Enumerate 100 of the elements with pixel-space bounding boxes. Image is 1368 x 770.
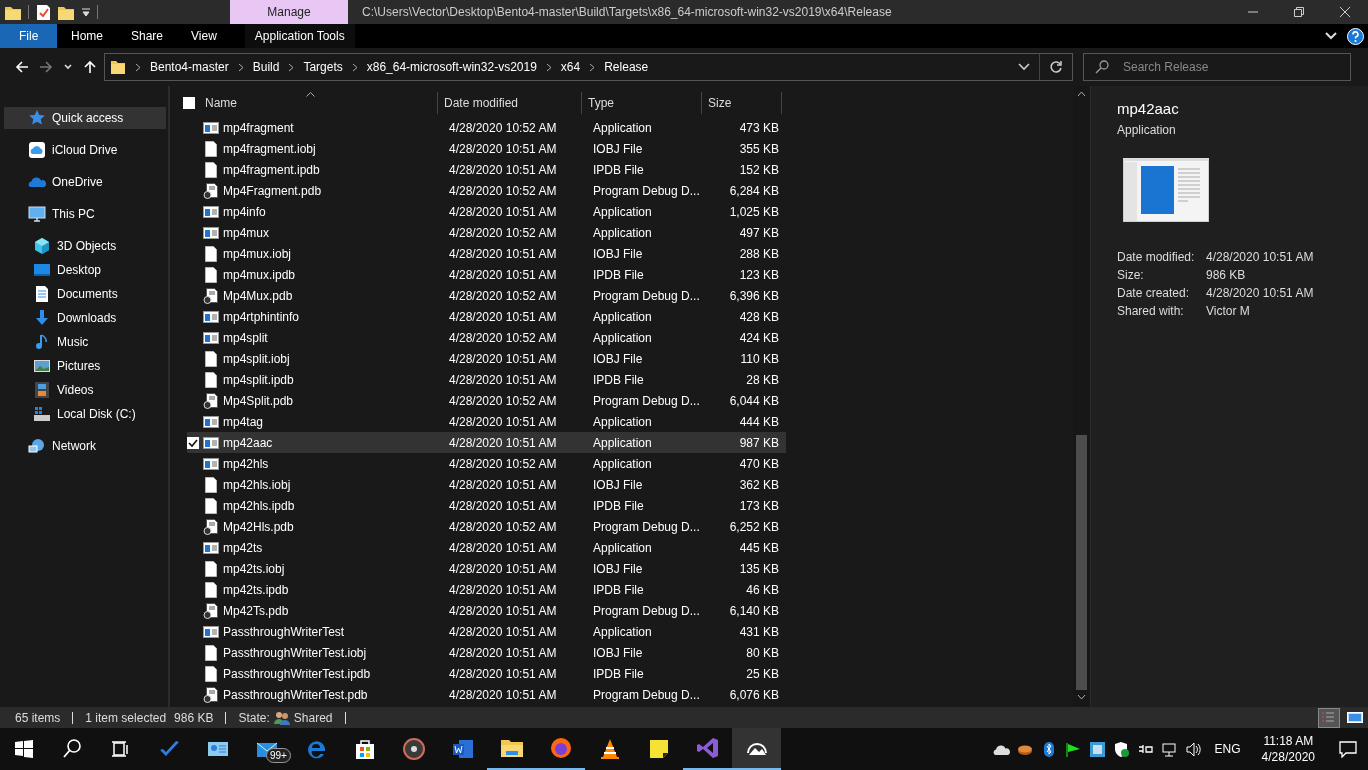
properties-icon[interactable] xyxy=(35,3,51,21)
volume-icon[interactable] xyxy=(1184,740,1202,758)
breadcrumb[interactable]: Targets xyxy=(303,60,343,74)
file-row[interactable]: mp4split.ipdb 4/28/2020 10:51 AM IPDB File 28 KB xyxy=(187,369,786,390)
sidebar-item[interactable]: 3D Objects xyxy=(4,235,166,257)
date-modified: 4/28/2020 10:52 AM xyxy=(448,330,558,345)
search-field[interactable]: Search Release xyxy=(1083,53,1351,81)
file-icon xyxy=(203,245,219,262)
back-arrow-icon[interactable] xyxy=(15,60,29,74)
cloud-icon xyxy=(28,141,46,159)
clock-date[interactable]: 4/28/2020 xyxy=(1261,749,1315,765)
context-tab[interactable]: Manage xyxy=(230,0,348,24)
file-row[interactable]: Mp42Hls.pdb 4/28/2020 10:52 AM Program Debug D... 6,252 KB xyxy=(187,516,786,537)
file-row[interactable]: mp42hls.iobj 4/28/2020 10:51 AM IOBJ File 362 KB xyxy=(187,474,786,495)
column-header[interactable]: Size xyxy=(702,92,782,114)
file-icon xyxy=(203,266,219,283)
file-row[interactable]: mp4fragment.ipdb 4/28/2020 10:51 AM IPDB File 152 KB xyxy=(187,159,786,180)
file-size: 470 KB xyxy=(738,456,780,471)
file-row[interactable]: mp42ts.ipdb 4/28/2020 10:51 AM IPDB File 46 KB xyxy=(187,579,786,600)
file-row[interactable]: PassthroughWriterTest.pdb 4/28/2020 10:51 AM Program Debug D... 6,076 KB xyxy=(187,684,786,705)
date-modified: 4/28/2020 10:52 AM xyxy=(448,288,558,303)
file-row[interactable]: PassthroughWriterTest 4/28/2020 10:51 AM Application 431 KB xyxy=(187,621,786,642)
file-row[interactable]: mp42aac 4/28/2020 10:51 AM Application 987 KB xyxy=(187,432,786,453)
ribbon-tab[interactable]: View xyxy=(177,24,231,48)
checkbox-checked-icon[interactable] xyxy=(187,436,199,449)
sidebar-item[interactable]: Documents xyxy=(4,283,166,305)
file-row[interactable]: Mp4Fragment.pdb 4/28/2020 10:52 AM Program Debug D... 6,284 KB xyxy=(187,180,786,201)
date-modified: 4/28/2020 10:52 AM xyxy=(448,120,558,135)
file-icon xyxy=(203,581,219,598)
sidebar-item[interactable]: Downloads xyxy=(4,307,166,329)
file-row[interactable]: mp4mux 4/28/2020 10:52 AM Application 497 KB xyxy=(187,222,786,243)
file-row[interactable]: Mp4Mux.pdb 4/28/2020 10:52 AM Program Debug D... 6,396 KB xyxy=(187,285,786,306)
breadcrumb[interactable]: Bento4-master xyxy=(150,60,229,74)
file-row[interactable]: mp4split.iobj 4/28/2020 10:51 AM IOBJ File 110 KB xyxy=(187,348,786,369)
column-header[interactable]: Name xyxy=(199,92,438,114)
column-header[interactable]: Date modified xyxy=(438,92,582,114)
file-row[interactable]: mp4tag 4/28/2020 10:51 AM Application 444 KB xyxy=(187,411,786,432)
network-adapter-icon[interactable] xyxy=(1088,740,1106,758)
file-row[interactable]: mp4fragment.iobj 4/28/2020 10:51 AM IOBJ File 355 KB xyxy=(187,138,786,159)
file-row[interactable]: mp42ts.iobj 4/28/2020 10:51 AM IOBJ File 135 KB xyxy=(187,558,786,579)
sidebar-item[interactable]: Local Disk (C:) xyxy=(4,403,166,425)
date-modified: 4/28/2020 10:51 AM xyxy=(448,477,558,492)
taskbar-app[interactable] xyxy=(732,728,781,770)
expand-ribbon-icon[interactable] xyxy=(1325,32,1337,40)
date-modified: 4/28/2020 10:51 AM xyxy=(448,561,558,576)
sidebar-item[interactable]: Pictures xyxy=(4,355,166,377)
file-row[interactable]: Mp4Split.pdb 4/28/2020 10:52 AM Program Debug D... 6,044 KB xyxy=(187,390,786,411)
date-modified: 4/28/2020 10:51 AM xyxy=(448,624,558,639)
sidebar-item[interactable]: Videos xyxy=(4,379,166,401)
file-row[interactable]: mp4mux.iobj 4/28/2020 10:51 AM IOBJ File 288 KB xyxy=(187,243,786,264)
file-row[interactable]: mp42hls.ipdb 4/28/2020 10:51 AM IPDB File 173 KB xyxy=(187,495,786,516)
file-type: IOBJ File xyxy=(592,645,644,660)
file-row[interactable]: mp4split 4/28/2020 10:52 AM Application 424 KB xyxy=(187,327,786,348)
file-row[interactable]: mp4mux.ipdb 4/28/2020 10:51 AM IPDB File 123 KB xyxy=(187,264,786,285)
file-name: mp4split.iobj xyxy=(222,351,291,366)
ribbon-tab[interactable]: Share xyxy=(117,24,178,48)
file-row[interactable]: mp4info 4/28/2020 10:51 AM Application 1,025 KB xyxy=(187,201,786,222)
file-row[interactable]: PassthroughWriterTest.ipdb 4/28/2020 10:51 AM IPDB File 25 KB xyxy=(187,663,786,684)
property-label: Date modified: xyxy=(1117,250,1196,264)
sidebar-item[interactable]: OneDrive xyxy=(4,171,166,193)
file-icon xyxy=(203,644,219,661)
forward-arrow-icon[interactable] xyxy=(39,60,53,74)
file-row[interactable]: Mp42Ts.pdb 4/28/2020 10:51 AM Program Debug D... 6,140 KB xyxy=(187,600,786,621)
file-row[interactable]: PassthroughWriterTest.iobj 4/28/2020 10:51 AM IOBJ File 80 KB xyxy=(187,642,786,663)
network-icon[interactable] xyxy=(1160,740,1178,758)
file-row[interactable]: mp42ts 4/28/2020 10:51 AM Application 445 KB xyxy=(187,537,786,558)
shield-icon[interactable] xyxy=(1112,740,1130,758)
breadcrumb[interactable]: x86_64-microsoft-win32-vs2019 xyxy=(366,60,537,74)
sidebar-item[interactable]: Music xyxy=(4,331,166,353)
file-row[interactable]: mp4rtphintinfo 4/28/2020 10:51 AM Application 428 KB xyxy=(187,306,786,327)
column-header[interactable]: Type xyxy=(582,92,702,114)
document-icon xyxy=(33,285,51,303)
clock-time[interactable]: 11:18 AM xyxy=(1263,733,1314,749)
date-modified: 4/28/2020 10:51 AM xyxy=(448,540,558,555)
up-arrow-icon[interactable] xyxy=(83,60,97,74)
file-name: mp4mux xyxy=(222,225,270,240)
breadcrumb[interactable]: x64 xyxy=(560,60,581,74)
file-type: IPDB File xyxy=(592,582,645,597)
dropdown-icon[interactable] xyxy=(81,6,91,18)
sidebar-item[interactable]: Desktop xyxy=(4,259,166,281)
breadcrumb[interactable]: Build xyxy=(252,60,280,74)
file-name: mp4rtphintinfo xyxy=(222,309,301,324)
input-language-button[interactable]: ENG xyxy=(1214,742,1241,756)
sidebar-item[interactable]: iCloud Drive xyxy=(4,139,166,161)
taskbar-app[interactable]: 99+ xyxy=(242,728,291,770)
sidebar-item[interactable]: Quick access xyxy=(4,107,166,129)
help-icon[interactable] xyxy=(1347,27,1364,45)
windows-logo-icon[interactable] xyxy=(12,737,36,761)
sidebar-item[interactable]: This PC xyxy=(4,203,166,225)
details-view-button[interactable] xyxy=(1318,707,1340,728)
sidebar-item[interactable]: Network xyxy=(4,435,166,457)
file-row[interactable]: mp4fragment 4/28/2020 10:52 AM Application 473 KB xyxy=(187,117,786,138)
breadcrumb[interactable]: Release xyxy=(604,60,649,74)
select-all-checkbox[interactable] xyxy=(183,97,195,109)
visual-studio-icon xyxy=(695,736,720,760)
file-row[interactable]: mp42hls 4/28/2020 10:52 AM Application 470 KB xyxy=(187,453,786,474)
address-bar[interactable]: Bento4-master Build Targets x86_64-microsoft-win32-vs2019 x64 Release xyxy=(104,53,1073,81)
file-menu-button[interactable]: File xyxy=(0,24,57,48)
ribbon-tab[interactable]: Home xyxy=(57,24,117,48)
flag-icon[interactable] xyxy=(1064,740,1082,758)
